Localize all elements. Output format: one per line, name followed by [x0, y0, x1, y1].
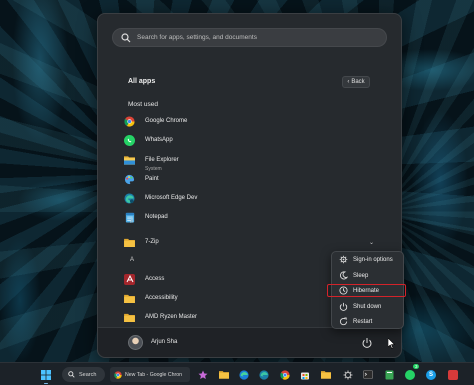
taskbar-app-store[interactable]: [298, 367, 312, 382]
most-used-heading: Most used: [128, 101, 158, 108]
terminal-icon: [363, 370, 373, 379]
group-letter-hash[interactable]: #: [130, 219, 133, 225]
folder-icon: [124, 312, 135, 323]
chevron-down-icon: ⌄: [368, 239, 374, 246]
notification-badge: 3: [413, 364, 419, 369]
skype-icon: S: [426, 369, 436, 380]
app-item-paint[interactable]: Paint: [124, 171, 374, 187]
menu-item-restart[interactable]: Restart: [336, 315, 401, 328]
search-box[interactable]: [112, 28, 387, 47]
group-letter-a[interactable]: A: [130, 257, 134, 263]
power-menu: Sign-in options Sleep Hibernate Shut dow…: [327, 251, 406, 329]
taskbar-app-star[interactable]: [196, 367, 210, 382]
gear-icon: [339, 255, 348, 264]
app-item-google-chrome[interactable]: Google Chrome: [124, 113, 374, 129]
user-name[interactable]: Arjun Sha: [151, 339, 177, 345]
taskbar: Search New Tab - Google Chron 3 S: [0, 362, 474, 385]
menu-item-hibernate[interactable]: Hibernate: [327, 284, 406, 297]
app-red-icon: [448, 369, 458, 380]
active-indicator: [44, 382, 48, 384]
folder-icon: [124, 155, 135, 166]
start-button[interactable]: [38, 367, 54, 384]
taskbar-app-notes[interactable]: [382, 367, 396, 382]
power-icon: [339, 302, 348, 311]
menu-item-sleep[interactable]: Sleep: [336, 269, 401, 282]
notes-icon: [385, 370, 393, 379]
avatar[interactable]: [128, 335, 143, 350]
start-footer: Arjun Sha: [98, 327, 401, 357]
restart-icon: [339, 317, 348, 326]
back-button[interactable]: ‹ Back: [342, 76, 370, 88]
star-app-icon: [198, 370, 208, 379]
chrome-icon: [280, 369, 290, 380]
chrome-icon: [124, 115, 135, 127]
search-input[interactable]: [137, 34, 377, 41]
mouse-cursor-icon: [388, 338, 396, 349]
taskbar-app-chrome[interactable]: [278, 367, 292, 382]
taskbar-app-settings[interactable]: [341, 367, 355, 382]
store-icon: [301, 372, 309, 379]
app-item-file-explorer[interactable]: File Explorer System: [124, 151, 374, 172]
edge-dev-icon: [259, 369, 269, 380]
page-title: All apps: [128, 78, 156, 85]
paint-icon: [124, 174, 135, 185]
folder-icon: [124, 237, 135, 248]
app-item-microsoft-edge-dev[interactable]: Microsoft Edge Dev: [124, 190, 374, 206]
taskbar-app-edge-dev[interactable]: [257, 367, 271, 382]
windows-icon: [41, 369, 51, 380]
whatsapp-icon: [124, 134, 135, 146]
access-icon: [124, 273, 135, 285]
taskbar-app-explorer[interactable]: [217, 367, 231, 382]
taskbar-search[interactable]: Search: [62, 367, 105, 382]
app-item-notepad[interactable]: Notepad: [124, 209, 374, 225]
taskbar-app-whatsapp[interactable]: 3: [403, 364, 419, 382]
app-item-7zip[interactable]: 7-Zip ⌄: [124, 234, 374, 250]
chevron-left-icon: ‹: [347, 79, 350, 85]
folder-icon: [219, 371, 229, 379]
clock-icon: [339, 286, 348, 295]
taskbar-app-edge[interactable]: [237, 367, 251, 382]
edge-dev-icon: [124, 192, 135, 204]
search-icon: [68, 371, 75, 378]
whatsapp-icon: [405, 369, 415, 380]
power-icon[interactable]: [361, 337, 373, 349]
app-item-whatsapp[interactable]: WhatsApp: [124, 132, 374, 148]
gear-icon: [343, 370, 353, 379]
chrome-icon: [114, 370, 122, 379]
edge-icon: [239, 369, 249, 380]
taskbar-app-terminal[interactable]: [361, 367, 375, 382]
menu-item-shut-down[interactable]: Shut down: [336, 300, 401, 313]
menu-item-sign-in-options[interactable]: Sign-in options: [336, 253, 401, 266]
moon-icon: [339, 271, 348, 280]
taskbar-app-red[interactable]: [446, 367, 460, 382]
taskbar-app-skype[interactable]: S: [424, 367, 438, 382]
search-icon: [121, 32, 131, 42]
taskbar-chrome-window[interactable]: New Tab - Google Chron: [110, 367, 190, 382]
folder-icon: [124, 293, 135, 304]
folder-icon: [321, 371, 331, 379]
taskbar-app-folder[interactable]: [319, 367, 333, 382]
